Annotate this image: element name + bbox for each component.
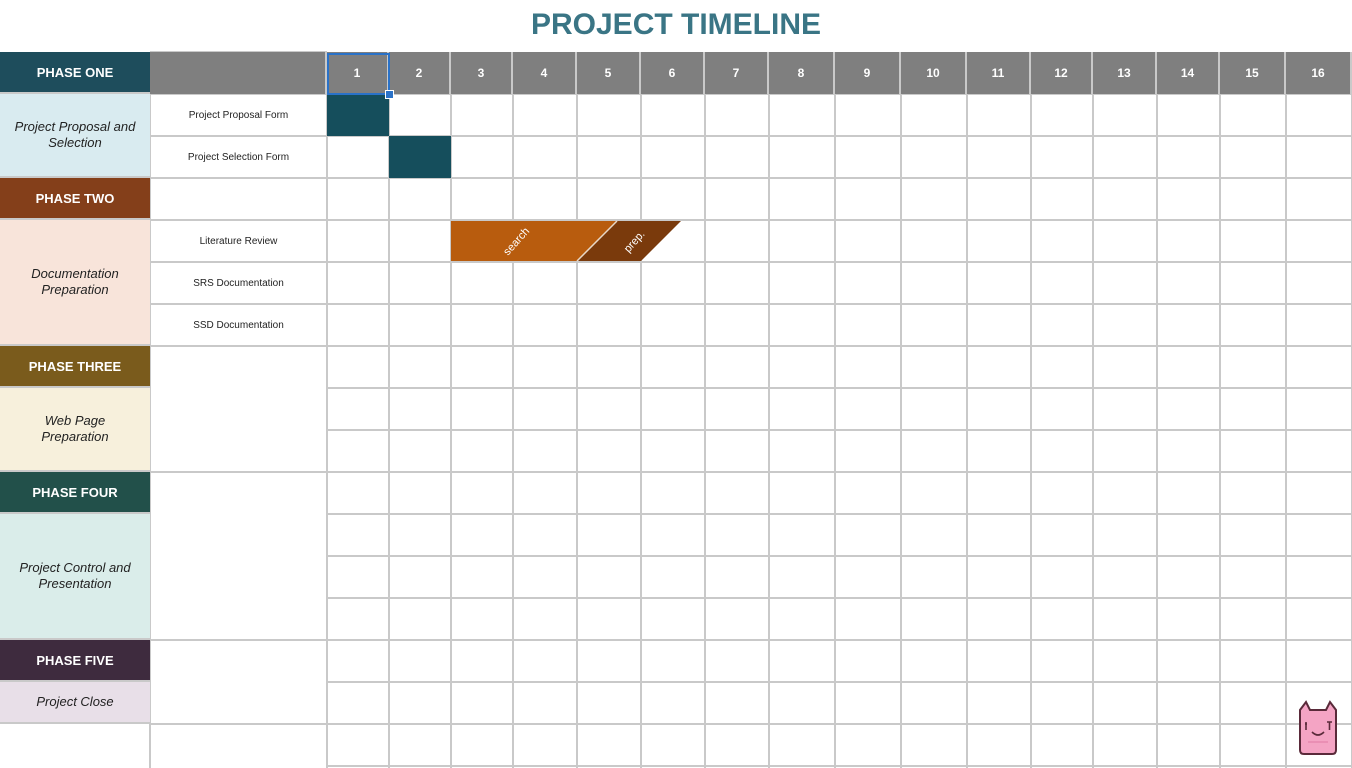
- week-header-15: 15: [1220, 52, 1286, 94]
- week-header-9: 9: [835, 52, 901, 94]
- selection-fill-handle[interactable]: [385, 90, 394, 99]
- week-header-2: 2: [389, 52, 451, 94]
- week-header-16: 16: [1286, 52, 1352, 94]
- pink-cat-icon[interactable]: [1296, 700, 1340, 761]
- week-header-10: 10: [901, 52, 967, 94]
- phase-header-3: PHASE THREE: [0, 346, 150, 388]
- phase-description-2: Documentation Preparation: [0, 220, 150, 346]
- phase-header-5: PHASE FIVE: [0, 640, 150, 682]
- phase-header-4: PHASE FOUR: [0, 472, 150, 514]
- week-header-6: 6: [641, 52, 705, 94]
- task-column-header: [150, 52, 327, 94]
- task-label: Project Proposal Form: [188, 109, 289, 121]
- week-header-11: 11: [967, 52, 1031, 94]
- selected-cell[interactable]: [327, 53, 390, 95]
- gantt-cell: [327, 94, 389, 136]
- phase-header-2: PHASE TWO: [0, 178, 150, 220]
- phase-description-1: Project Proposal and Selection: [0, 94, 150, 178]
- task-label: Project Selection Form: [187, 151, 290, 163]
- week-header-7: 7: [705, 52, 769, 94]
- task-label: Literature Review: [199, 235, 278, 247]
- week-header-8: 8: [769, 52, 835, 94]
- phase-description-3: Web Page Preparation: [0, 388, 150, 472]
- week-header-12: 12: [1031, 52, 1093, 94]
- phase-description-4: Project Control and Presentation: [0, 514, 150, 640]
- week-header-13: 13: [1093, 52, 1157, 94]
- week-header-4: 4: [513, 52, 577, 94]
- task-label: SRS Documentation: [193, 277, 284, 289]
- gantt-cell: [389, 136, 451, 178]
- phase-description-5: Project Close: [0, 682, 150, 724]
- week-header-5: 5: [577, 52, 641, 94]
- week-header-3: 3: [451, 52, 513, 94]
- task-label: SSD Documentation: [193, 319, 284, 331]
- week-header-14: 14: [1157, 52, 1220, 94]
- phase-header-1: PHASE ONE: [0, 52, 150, 94]
